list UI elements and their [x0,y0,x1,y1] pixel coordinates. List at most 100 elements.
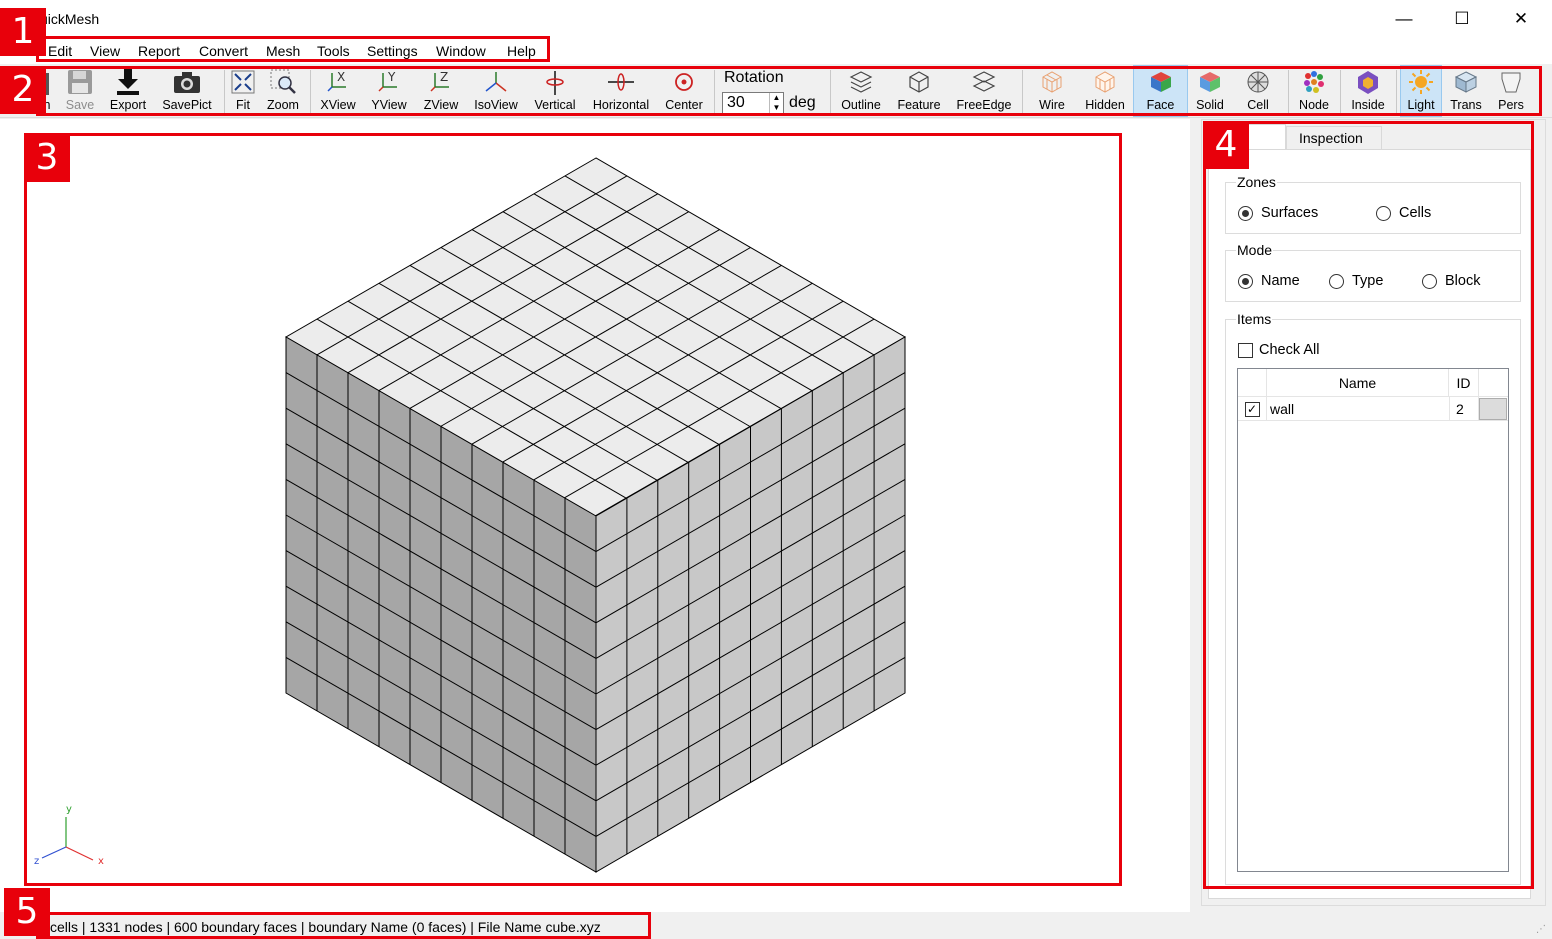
solid-button[interactable]: Solid [1190,66,1230,116]
xview-label: XView [320,98,356,112]
toolbar-separator [224,70,225,114]
menu-report[interactable]: Report [138,43,180,59]
pers-icon [1498,66,1524,98]
trans-button[interactable]: Trans [1446,66,1486,116]
savepict-button[interactable]: SavePict [158,66,216,116]
toolbar: n Save Export SavePict Fit Zoom X XView [0,64,1552,118]
mode-title: Mode [1236,242,1274,258]
radio-cells-label: Cells [1399,205,1432,221]
zones-title: Zones [1236,174,1277,190]
header-name[interactable]: Name [1267,369,1449,397]
z-axis-line [41,846,67,859]
radio-name[interactable]: Name [1238,273,1300,289]
inside-button[interactable]: Inside [1346,66,1390,116]
horizontal-button[interactable]: Horizontal [588,66,654,116]
radio-selected-dot [1242,277,1249,285]
hidden-button[interactable]: Hidden [1080,66,1130,116]
minimize-button[interactable]: — [1375,0,1433,38]
zview-button[interactable]: Z ZView [418,66,464,116]
feature-label: Feature [897,98,941,112]
xview-icon: X [326,66,350,98]
menu-view[interactable]: View [90,43,120,59]
wire-button[interactable]: Wire [1030,66,1074,116]
save-button[interactable]: Save [60,66,100,116]
light-label: Light [1407,98,1435,112]
node-button[interactable]: Node [1294,66,1334,116]
node-icon [1301,66,1327,98]
menu-window[interactable]: Window [436,43,486,59]
center-button[interactable]: Center [660,66,708,116]
pers-button[interactable]: Pers [1492,66,1530,116]
radio-name-label: Name [1261,273,1300,289]
check-all-box [1238,342,1253,358]
feature-button[interactable]: Feature [892,66,946,116]
table-row[interactable]: ✓ wall 2 [1238,397,1508,421]
x-axis-label: x [98,856,104,867]
inside-label: Inside [1351,98,1385,112]
fit-button[interactable]: Fit [228,66,258,116]
vertical-rotate-icon [543,66,567,98]
xview-button[interactable]: X XView [316,66,360,116]
radio-name-circle [1238,273,1253,289]
outline-button[interactable]: Outline [836,66,886,116]
rotation-input[interactable]: 30 ▲ ▼ [722,92,784,114]
menu-edit[interactable]: Edit [48,43,72,59]
solid-label: Solid [1196,98,1224,112]
rotation-spinner[interactable]: ▲ ▼ [769,93,783,113]
radio-cells[interactable]: Cells [1376,205,1431,221]
outline-label: Outline [841,98,881,112]
annotation-label-5: 5 [4,888,50,936]
toolbar-separator [1340,70,1341,114]
face-button[interactable]: Face [1133,65,1188,117]
isoview-label: IsoView [474,98,518,112]
toolbar-separator [310,70,311,114]
tab-inspection[interactable]: Inspection [1286,126,1382,150]
radio-surfaces[interactable]: Surfaces [1238,205,1318,221]
viewport-3d[interactable]: y x z [0,119,1190,912]
toolbar-separator [1022,70,1023,114]
row-checkbox[interactable]: ✓ [1244,401,1260,417]
check-all-label: Check All [1259,342,1320,358]
rotation-unit: deg [789,94,816,111]
maximize-button[interactable]: ☐ [1433,0,1491,38]
menu-help[interactable]: Help [507,43,536,59]
menu-settings[interactable]: Settings [367,43,418,59]
zoom-button[interactable]: Zoom [262,66,304,116]
fit-label: Fit [236,98,250,112]
menu-mesh[interactable]: Mesh [266,43,300,59]
menu-tools[interactable]: Tools [317,43,350,59]
menu-convert[interactable]: Convert [199,43,248,59]
inside-icon [1355,66,1381,98]
mode-group: Mode Name Type Block [1225,242,1521,302]
freeedge-button[interactable]: FreeEdge [952,66,1016,116]
row-name: wall [1270,401,1295,417]
yview-label: YView [371,98,407,112]
check-all[interactable]: Check All [1238,342,1319,358]
yview-button[interactable]: Y YView [366,66,412,116]
zoom-label: Zoom [267,98,299,112]
header-id[interactable]: ID [1449,369,1479,397]
radio-type[interactable]: Type [1329,273,1383,289]
yview-icon: Y [377,66,401,98]
toolbar-separator [714,70,715,114]
isoview-button[interactable]: IsoView [470,66,522,116]
vertical-button[interactable]: Vertical [528,66,582,116]
annotation-label-2: 2 [0,66,46,114]
cell-button[interactable]: Cell [1236,66,1280,116]
resize-grip-icon[interactable]: ⋰ [1536,924,1546,935]
light-button[interactable]: Light [1400,65,1442,117]
face-icon [1148,66,1174,98]
radio-block[interactable]: Block [1422,273,1480,289]
table-header: Name ID [1238,369,1508,397]
close-button[interactable]: ✕ [1492,0,1550,38]
svg-text:Y: Y [387,70,396,84]
radio-cells-circle [1376,205,1391,221]
fit-icon [231,66,255,98]
toolbar-separator [1288,70,1289,114]
cell-icon [1245,66,1271,98]
export-button[interactable]: Export [104,66,152,116]
center-label: Center [665,98,703,112]
save-label: Save [65,98,95,112]
row-color-button[interactable] [1479,398,1507,420]
radio-block-label: Block [1445,273,1481,289]
